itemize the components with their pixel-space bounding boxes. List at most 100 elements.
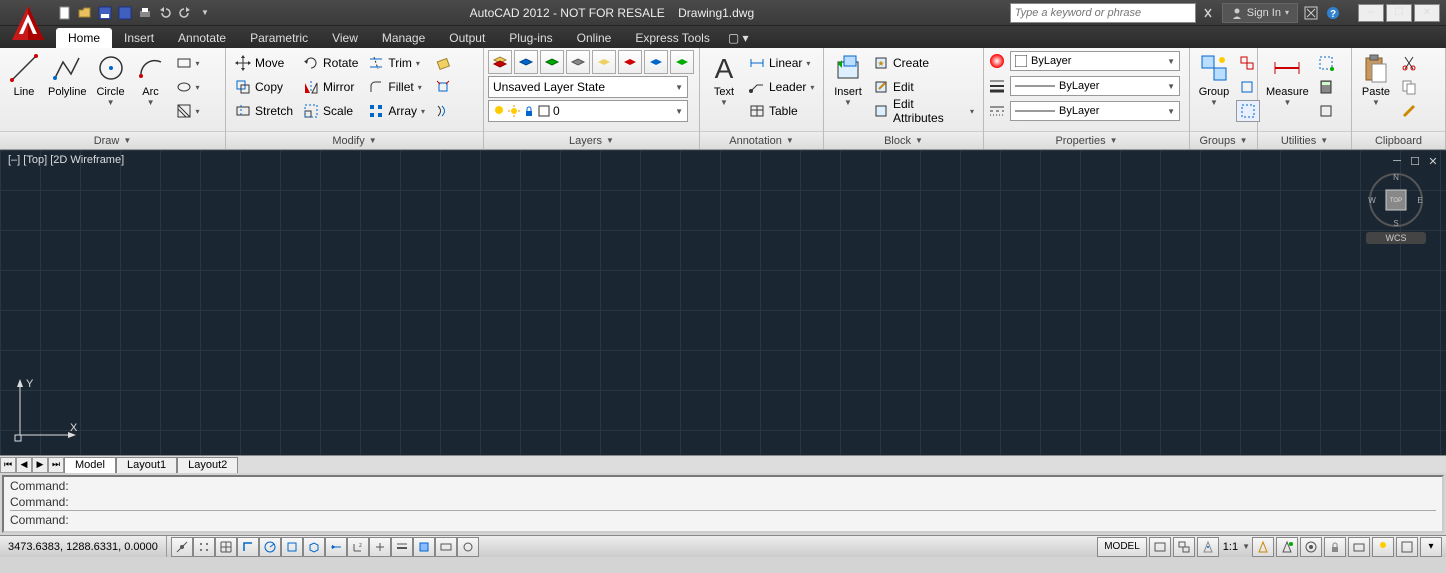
insert-button[interactable]: Insert▼ [828,50,868,109]
maximize-button[interactable]: ☐ [1386,4,1412,22]
lineweight-dropdown[interactable]: ByLayer▼ [1010,76,1180,96]
layer-iso-button[interactable] [592,50,616,74]
panel-title-groups[interactable]: Groups▼ [1190,131,1257,149]
quickcalc-button[interactable] [1315,76,1337,98]
fillet-button[interactable]: Fillet▾ [365,76,428,98]
panel-title-utilities[interactable]: Utilities▼ [1258,131,1351,149]
minimize-button[interactable]: ─ [1358,4,1384,22]
create-button[interactable]: ★Create [870,52,977,74]
workspace-button[interactable] [1300,537,1322,557]
layer-prev-button[interactable] [618,50,642,74]
quickview-layouts-button[interactable] [1149,537,1171,557]
copyClip-button[interactable] [1398,76,1420,98]
copy-button[interactable]: Copy [232,76,296,98]
view-cube[interactable]: TOP N S E W WCS [1366,170,1426,230]
snap-button[interactable] [193,537,215,557]
rotate-button[interactable]: Rotate [300,52,361,74]
panel-title-block[interactable]: Block▼ [824,131,983,149]
polyline-button[interactable]: Polyline [44,50,91,100]
autoscale-button[interactable] [1276,537,1298,557]
arc-button[interactable]: Arc▼ [131,50,171,109]
app-logo[interactable] [6,2,50,46]
select-button[interactable] [1315,52,1337,74]
tab-next-icon[interactable]: ▶ [32,457,48,473]
osnap-button[interactable] [281,537,303,557]
new-icon[interactable] [56,4,74,22]
tab-model[interactable]: Model [64,457,116,473]
command-prompt[interactable]: Command: [10,510,1436,529]
color-dropdown[interactable]: ByLayer▼ [1010,51,1180,71]
signin-button[interactable]: Sign In ▾ [1222,3,1298,23]
tab-annotate[interactable]: Annotate [166,28,238,48]
layer-match-button[interactable] [644,50,668,74]
layer-off-button[interactable] [514,50,538,74]
clean-screen-button[interactable] [1396,537,1418,557]
layer-current-dropdown[interactable]: 0 ▼ [488,100,688,122]
command-window[interactable]: Command: Command: Command: [2,475,1444,533]
lwt-button[interactable] [391,537,413,557]
ortho-button[interactable] [237,537,259,557]
panel-title-properties[interactable]: Properties▼ [984,131,1189,149]
paste-button[interactable]: Paste▼ [1356,50,1396,109]
hardware-accel-button[interactable] [1348,537,1370,557]
tab-first-icon[interactable]: ⏮ [0,457,16,473]
undo-icon[interactable] [156,4,174,22]
trim-button[interactable]: Trim▾ [365,52,428,74]
tab-output[interactable]: Output [437,28,497,48]
wcs-label[interactable]: WCS [1366,232,1426,244]
isolate-objects-button[interactable] [1372,537,1394,557]
grid-button[interactable] [215,537,237,557]
group-bbox-button[interactable] [1236,100,1260,122]
group-edit-button[interactable] [1236,76,1260,98]
tab-plugins[interactable]: Plug-ins [497,28,564,48]
annotation-scale-icon[interactable] [1197,537,1219,557]
exchange-icon[interactable] [1302,4,1320,22]
editattr-button[interactable]: Edit Attributes▾ [870,100,977,122]
qp-button[interactable] [435,537,457,557]
viewport-maximize-icon[interactable]: ☐ [1408,154,1422,168]
line-button[interactable]: Line [4,50,44,100]
tpy-button[interactable] [413,537,435,557]
explode-button[interactable] [432,76,454,98]
tab-layout1[interactable]: Layout1 [116,457,177,473]
stretch-button[interactable]: Stretch [232,100,296,122]
print-icon[interactable] [136,4,154,22]
match-button[interactable] [1398,100,1420,122]
linear-button[interactable]: Linear▾ [746,52,817,74]
layer-state-button[interactable] [670,50,694,74]
tab-last-icon[interactable]: ⏭ [48,457,64,473]
polar-button[interactable] [259,537,281,557]
open-icon[interactable] [76,4,94,22]
mirror-button[interactable]: Mirror [300,76,361,98]
tab-manage[interactable]: Manage [370,28,437,48]
id-button[interactable] [1315,100,1337,122]
help-icon[interactable]: ? [1324,4,1342,22]
search-icon[interactable] [1200,4,1218,22]
quickview-drawings-button[interactable] [1173,537,1195,557]
circle-button[interactable]: Circle▼ [91,50,131,109]
linetype-dropdown[interactable]: ByLayer▼ [1010,101,1180,121]
panel-title-modify[interactable]: Modify▼ [226,131,483,149]
ellipse-button[interactable]: ▾ [173,76,203,98]
layer-properties-button[interactable] [488,50,512,74]
coordinates-readout[interactable]: 3473.6383, 1288.6331, 0.0000 [0,536,167,557]
tab-parametric[interactable]: Parametric [238,28,320,48]
viewport-label[interactable]: [–] [Top] [2D Wireframe] [8,154,124,166]
layer-state-dropdown[interactable]: Unsaved Layer State▼ [488,76,688,98]
annotation-visibility-button[interactable] [1252,537,1274,557]
customize-button[interactable]: ▾ [1420,537,1442,557]
sc-button[interactable] [457,537,479,557]
close-button[interactable]: ✕ [1414,4,1440,22]
viewport-close-icon[interactable]: ✕ [1426,154,1440,168]
save-icon[interactable] [96,4,114,22]
tab-layout2[interactable]: Layout2 [177,457,238,473]
dyn-button[interactable] [369,537,391,557]
viewport-minimize-icon[interactable]: ─ [1390,154,1404,168]
move-button[interactable]: Move [232,52,296,74]
drawing-viewport[interactable]: [–] [Top] [2D Wireframe] ─ ☐ ✕ TOP N S E… [0,150,1446,455]
rectangle-button[interactable]: ▾ [173,52,203,74]
hatch-button[interactable]: ▾ [173,100,203,122]
ungroup-button[interactable] [1236,52,1260,74]
table-button[interactable]: Table [746,100,817,122]
measure-button[interactable]: Measure▼ [1262,50,1313,109]
